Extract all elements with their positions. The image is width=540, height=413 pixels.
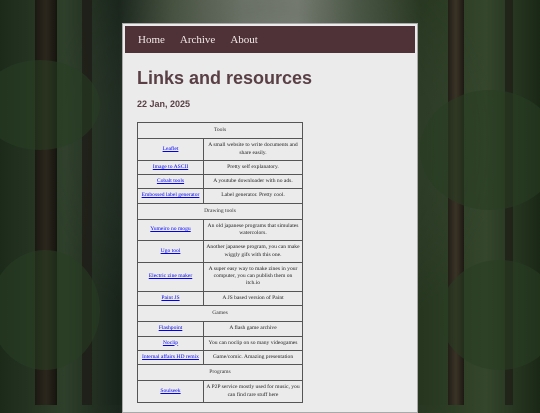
table-row: Internal affairs HD remix Game/comic. Ama… (137, 349, 303, 366)
resource-description: A flash game archive (203, 321, 303, 337)
table-row: Noclip You can noclip on so many videogam… (137, 335, 303, 351)
post-date: 22 Jan, 2025 (137, 99, 191, 109)
section-heading: Games (137, 304, 303, 323)
table-row: Electric zine maker A super easy way to m… (137, 261, 303, 292)
resource-link[interactable]: Noclip (163, 340, 178, 346)
resource-link[interactable]: Embossed label generator (142, 192, 200, 198)
resource-link[interactable]: Flashpoint (159, 325, 183, 331)
section-header-row: Games (137, 304, 303, 323)
resource-name-cell: Cobalt tools (137, 174, 204, 190)
resource-link[interactable]: Paint JS (161, 295, 179, 301)
article-content: Links and resources 22 Jan, 2025 Tools Le… (123, 67, 417, 403)
links-table: Tools Leaflet A small website to write doc… (137, 121, 303, 403)
resource-name-cell: Embossed label generator (137, 188, 204, 204)
table-row: Paint JS A JS based version of Paint (137, 290, 303, 306)
resource-name-cell: Soulseek (137, 380, 204, 403)
resource-link[interactable]: Internal affairs HD remix (142, 354, 199, 360)
resource-link[interactable]: Yumeiro no mogu (150, 226, 190, 232)
resource-description: Game/comic. Amazing presentation (203, 349, 303, 366)
resource-description: Pretty self explanatory. (203, 159, 303, 176)
table-row: Ugo tool Another japanese program, you ca… (137, 240, 303, 263)
resource-link[interactable]: Image to ASCII (153, 164, 188, 170)
table-row: Leaflet A small website to write document… (137, 138, 303, 161)
resource-link[interactable]: Leaflet (163, 146, 179, 152)
resource-name-cell: Yumeiro no mogu (137, 218, 204, 242)
table-row: Soulseek A P2P service mostly used for mu… (137, 380, 303, 403)
section-heading: Tools (137, 121, 303, 140)
section-header-row: Programs (137, 364, 303, 382)
nav-archive-link[interactable]: Archive (180, 34, 215, 46)
resource-description: You can noclip on so many videogames (203, 335, 303, 351)
resource-description: A P2P service mostly used for music, you… (203, 380, 303, 403)
page-container: Home Archive About Links and resources 2… (122, 23, 418, 413)
resource-description: An old japanese programs that simulates … (203, 218, 303, 242)
table-row: Embossed label generator Label generator.… (137, 188, 303, 204)
resource-description: Another japanese program, you can make w… (203, 240, 303, 263)
resource-name-cell: Electric zine maker (137, 261, 204, 292)
page-title: Links and resources (137, 68, 313, 88)
section-heading: Drawing tools (137, 202, 303, 220)
nav-about-link[interactable]: About (230, 34, 258, 46)
table-row: Cobalt tools A youtube downloader with no… (137, 174, 303, 190)
table-row: Flashpoint A flash game archive (137, 321, 303, 337)
table-row: Yumeiro no mogu An old japanese programs … (137, 218, 303, 242)
resource-name-cell: Flashpoint (137, 321, 204, 337)
resource-name-cell: Paint JS (137, 290, 204, 306)
resource-name-cell: Internal affairs HD remix (137, 349, 204, 366)
table-row: Image to ASCII Pretty self explanatory. (137, 159, 303, 176)
top-nav: Home Archive About (125, 26, 415, 53)
resource-description: A small website to write documents and s… (203, 138, 303, 161)
resource-description: A JS based version of Paint (203, 290, 303, 306)
resource-link[interactable]: Soulseek (160, 388, 180, 394)
resource-name-cell: Noclip (137, 335, 204, 351)
section-header-row: Tools (137, 121, 303, 140)
resource-name-cell: Ugo tool (137, 240, 204, 263)
resource-description: Label generator. Pretty cool. (203, 188, 303, 204)
resource-link[interactable]: Electric zine maker (149, 273, 192, 279)
nav-home-link[interactable]: Home (138, 34, 165, 46)
resource-description: A youtube downloader with no ads. (203, 174, 303, 190)
resource-link[interactable]: Cobalt tools (157, 178, 184, 184)
foliage (420, 90, 540, 210)
resource-link[interactable]: Ugo tool (161, 248, 181, 254)
resource-name-cell: Leaflet (137, 138, 204, 161)
resource-description: A super easy way to make zines in your c… (203, 261, 303, 292)
resource-name-cell: Image to ASCII (137, 159, 204, 176)
section-header-row: Drawing tools (137, 202, 303, 220)
section-heading: Programs (137, 364, 303, 382)
